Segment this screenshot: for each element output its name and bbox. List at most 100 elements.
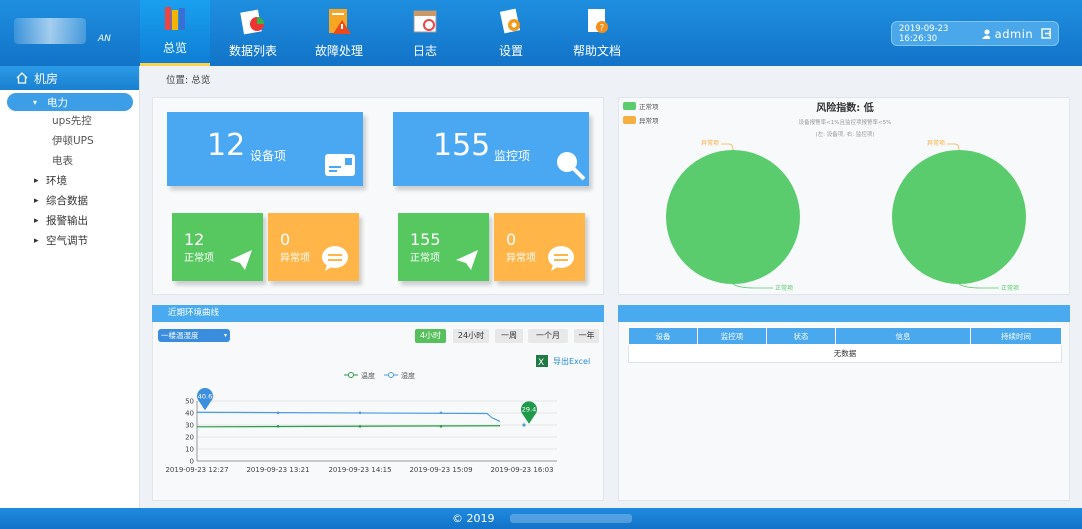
humidity-point[interactable] (522, 423, 526, 427)
monitor-abnormal-card[interactable]: 0 异常项 (494, 213, 585, 281)
sidebar-sub-item[interactable]: 伊顿UPS (0, 131, 139, 151)
nav-help[interactable]: ? 帮助文档 (554, 0, 640, 66)
range-month-button[interactable]: 一个月 (528, 329, 568, 343)
risk-subtitle: 设备报警率<1%且监控项报警率<5% (799, 118, 892, 126)
main-nav: 总览 数据列表 故障处理 日志 设置 ? 帮助文档 (140, 0, 640, 66)
pie-abnormal-label: 异常项 (701, 139, 719, 147)
user-icon (981, 29, 990, 39)
legend-normal: 正常项 (639, 102, 659, 111)
books-icon (160, 3, 190, 33)
col-device[interactable]: 设备 (628, 327, 698, 345)
range-year-button[interactable]: 一年 (574, 329, 599, 343)
x-tick-label: 2019-09-23 15:09 (409, 466, 472, 474)
humidity-point[interactable] (439, 411, 443, 415)
humidity-series-line[interactable] (196, 411, 501, 422)
risk-note: (左: 设备项, 右: 监控项) (816, 130, 875, 138)
gear-doc-icon (496, 6, 526, 36)
device-count-card[interactable]: 12 设备项 (167, 112, 363, 186)
nav-data-list[interactable]: 数据列表 (210, 0, 296, 66)
pie-normal-label: 正常项 (1001, 284, 1019, 292)
legend-abnormal: 异常项 (639, 116, 659, 125)
pie-abnormal-label: 异常项 (927, 139, 945, 147)
paper-plane-icon (456, 250, 478, 270)
legend-humidity: 湿度 (401, 371, 415, 380)
location-select[interactable]: 一楼温湿度 ▾ (158, 329, 230, 342)
risk-panel: 正常项 异常项 风险指数: 低 设备报警率<1%且监控项报警率<5% (左: 设… (618, 97, 1070, 295)
pie-normal-label: 正常项 (775, 284, 793, 292)
device-normal-card[interactable]: 12 正常项 (172, 213, 263, 281)
x-tick-label: 2019-09-23 16:03 (490, 466, 553, 474)
empty-row: 无数据 (628, 344, 1062, 363)
user-box: 2019-09-23 16:26:30 admin (891, 21, 1059, 46)
paper-plane-icon (230, 250, 252, 270)
top-bar: AN 总览 数据列表 故障处理 日志 设置 ? 帮助文档 2019-09-23 … (0, 0, 1082, 66)
nav-settings[interactable]: 设置 (468, 0, 554, 66)
humidity-point[interactable] (276, 411, 280, 415)
breadcrumb: 位置: 总览 (166, 75, 211, 86)
range-4h-button[interactable]: 4小时 (415, 329, 446, 343)
temp-point[interactable] (358, 425, 362, 428)
humidity-point[interactable] (358, 411, 362, 415)
legend-temp-dot (348, 372, 354, 378)
sidebar: 机房 ▾电力 ups先控 伊顿UPS 电表 环境 综合数据 报警输出 空气调节 (0, 66, 140, 508)
y-tick-label: 30 (185, 422, 194, 430)
monitor-count: 155 (433, 128, 491, 163)
help-doc-icon: ? (582, 6, 612, 36)
col-status[interactable]: 状态 (766, 327, 836, 345)
device-abnormal-card[interactable]: 0 异常项 (268, 213, 359, 281)
humidity-max-marker-label: 40.6 (198, 392, 212, 400)
range-24h-button[interactable]: 24小时 (453, 329, 489, 343)
sidebar-sub-item[interactable]: 电表 (0, 151, 139, 171)
chat-bubble-icon (322, 246, 348, 271)
chart-list-icon (238, 6, 268, 36)
temp-point[interactable] (439, 425, 443, 428)
temperature-max-marker-label: 29.4 (522, 406, 536, 414)
alarm-table: 设备 监控项 状态 信息 持续时间 无数据 (628, 327, 1062, 363)
nav-log[interactable]: 日志 (382, 0, 468, 66)
sidebar-item-environment[interactable]: 环境 (0, 171, 139, 191)
y-tick-label: 0 (190, 458, 194, 466)
alarm-panel-header (618, 305, 1070, 322)
y-tick-label: 40 (185, 410, 194, 418)
risk-pies: 正常项 异常项 风险指数: 低 设备报警率<1%且监控项报警率<5% (左: 设… (623, 101, 1026, 292)
logout-icon[interactable] (1041, 28, 1051, 39)
x-tick-label: 2019-09-23 12:27 (165, 466, 228, 474)
y-tick-label: 10 (185, 446, 194, 454)
y-tick-label: 20 (185, 434, 194, 442)
sidebar-header[interactable]: 机房 (0, 66, 139, 90)
device-pie[interactable] (666, 150, 800, 284)
monitor-normal-card[interactable]: 155 正常项 (398, 213, 489, 281)
col-info[interactable]: 信息 (835, 327, 971, 345)
y-tick-label: 50 (185, 398, 194, 406)
temperature-series-line[interactable] (196, 425, 501, 428)
logo: AN (14, 14, 118, 50)
temp-point[interactable] (276, 425, 280, 428)
range-week-button[interactable]: 一周 (495, 329, 523, 343)
sidebar-sub-item[interactable]: ups先控 (0, 111, 139, 131)
magnifier-icon (557, 152, 586, 181)
sidebar-item-composite[interactable]: 综合数据 (0, 191, 139, 211)
username[interactable]: admin (995, 27, 1034, 41)
device-label: 设备项 (250, 149, 287, 163)
sidebar-item-power[interactable]: ▾ 电力 (7, 93, 133, 111)
env-line-chart: 温度 湿度 0 10 20 30 40 50 2019-09-23 12:27 2019-09-2… (165, 371, 557, 474)
monitor-label: 监控项 (494, 149, 531, 163)
svg-text:?: ? (600, 24, 605, 34)
sidebar-item-air[interactable]: 空气调节 (0, 231, 139, 251)
env-panel-header: 近期环境曲线 (152, 305, 604, 322)
calendar-icon (410, 6, 440, 36)
risk-title: 风险指数: 低 (816, 101, 873, 114)
nav-overview[interactable]: 总览 (140, 0, 210, 66)
footer: © 2019 (0, 508, 1082, 529)
col-duration[interactable]: 持续时间 (970, 327, 1062, 345)
monitor-count-card[interactable]: 155 监控项 (393, 112, 589, 186)
chat-bubble-icon (548, 246, 574, 271)
sidebar-item-alarm-output[interactable]: 报警输出 (0, 211, 139, 231)
monitor-pie[interactable] (892, 150, 1026, 284)
legend-temp: 温度 (361, 371, 375, 380)
home-icon (16, 72, 28, 84)
legend-humidity-dot (388, 372, 394, 378)
col-monitor[interactable]: 监控项 (697, 327, 767, 345)
x-tick-label: 2019-09-23 14:15 (328, 466, 391, 474)
nav-fault[interactable]: 故障处理 (296, 0, 382, 66)
